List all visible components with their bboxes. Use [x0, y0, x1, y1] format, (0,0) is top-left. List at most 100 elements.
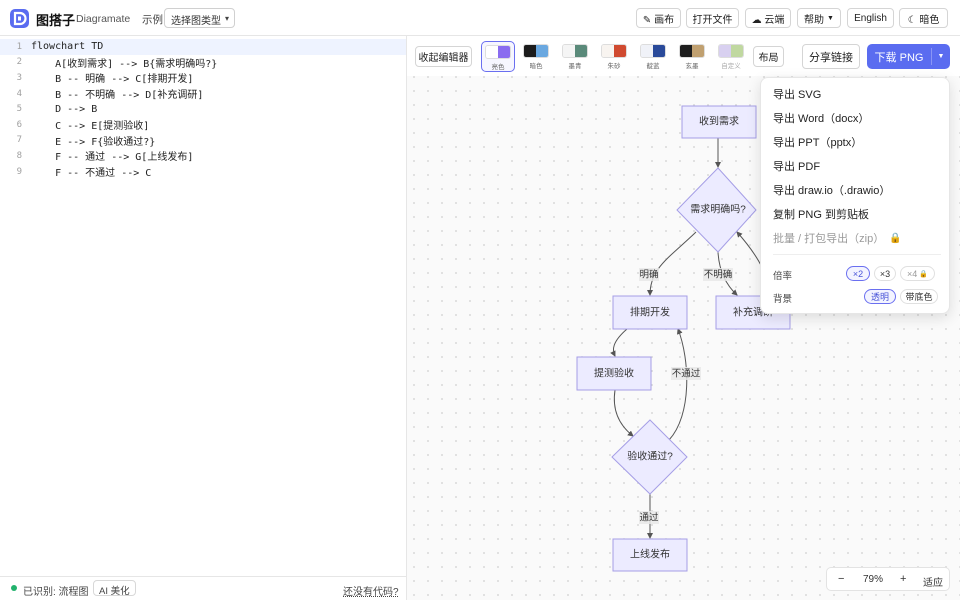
code-editor[interactable]: 1 flowchart TD 2 A[收到需求] --> B{需求明确吗?} 3 B … — [0, 36, 407, 576]
canvas-button[interactable]: ✎ 画布 — [636, 8, 681, 28]
line-number: 8 — [16, 150, 22, 161]
theme-swatch[interactable]: 自定义 — [714, 44, 748, 72]
theme-swatch[interactable]: 亮色 — [481, 41, 515, 72]
export-menu-item[interactable]: 导出 PDF — [773, 157, 820, 175]
node-a-label: 收到需求 — [699, 115, 739, 128]
swatch-color — [602, 45, 614, 57]
theme-swatch-label: 靛蓝 — [646, 63, 660, 70]
theme-swatch-chip — [523, 44, 549, 58]
node-f-label: 验收通过? — [627, 450, 673, 463]
example-label: 示例 — [142, 14, 163, 26]
share-link-button[interactable]: 分享链接 — [802, 44, 860, 69]
line-number: 6 — [16, 119, 22, 130]
code-line[interactable]: 5 D --> B — [0, 101, 406, 117]
download-png-button[interactable]: 下载 PNG — [867, 44, 931, 69]
scale-option-2x[interactable]: ×2 — [846, 266, 870, 281]
theme-swatch-chip — [679, 44, 705, 58]
edge-label-f-g: 通过 — [639, 512, 659, 524]
export-menu-item[interactable]: 导出 Word（docx） — [773, 109, 869, 127]
node-c-label: 排期开发 — [630, 306, 670, 319]
theme-swatch-chip — [601, 44, 627, 58]
theme-swatch[interactable]: 朱砂 — [597, 44, 631, 72]
code-line[interactable]: 3 B -- 明确 --> C[排期开发] — [0, 70, 406, 86]
open-file-button[interactable]: 打开文件 — [686, 8, 739, 28]
code-text: F -- 不通过 --> C — [31, 168, 152, 180]
code-line[interactable]: 9 F -- 不通过 --> C — [0, 164, 406, 180]
edge-e-f — [613, 389, 634, 437]
bg-solid-option[interactable]: 带底色 — [900, 289, 938, 304]
app-name: 图搭子 — [36, 13, 76, 28]
scale-option-3x[interactable]: ×3 — [874, 266, 896, 281]
export-menu-item[interactable]: 导出 PPT（pptx） — [773, 133, 862, 151]
scale-label: 倍率 — [773, 271, 793, 282]
download-button-group: 下载 PNG ▼ — [867, 44, 950, 69]
export-menu-item[interactable]: 复制 PNG 到剪贴板 — [773, 205, 869, 223]
node-a[interactable]: 收到需求 — [681, 105, 757, 139]
help-button[interactable]: 帮助 ▼ — [797, 8, 841, 28]
caret-down-icon[interactable]: ▼ — [932, 44, 950, 69]
code-line[interactable]: 4 B -- 不明确 --> D[补充调研] — [0, 86, 406, 102]
node-b-label: 需求明确吗? — [690, 203, 746, 216]
top-bar: 图搭子 Diagramate 示例 选择图类型 ▾ ✎ 画布 打开文件 ☁ 云端… — [0, 0, 960, 36]
swatch-color — [498, 46, 510, 58]
theme-swatch-label: 玄墨 — [685, 63, 699, 70]
theme-swatch-chip — [640, 44, 666, 58]
node-g[interactable]: 上线发布 — [612, 538, 688, 572]
app-name-en: Diagramate — [76, 13, 131, 25]
export-menu: 批量 / 打包导出（zip） 🔒 倍率 ×2 ×3 ×4 🔒 背景 透明 带底色… — [760, 77, 950, 314]
scale-option-4x-label: ×4 — [907, 268, 918, 279]
line-number: 1 — [16, 41, 22, 52]
swatch-color — [536, 45, 548, 57]
export-menu-item[interactable]: 导出 SVG — [773, 85, 821, 103]
zoom-out-button[interactable]: − — [838, 573, 844, 585]
zoom-in-button[interactable]: + — [900, 573, 906, 585]
code-line[interactable]: 8 F -- 通过 --> G[上线发布] — [0, 148, 406, 164]
node-c[interactable]: 排期开发 — [612, 295, 688, 330]
bg-transparent-option[interactable]: 透明 — [864, 289, 896, 304]
swatch-color — [641, 45, 653, 57]
ai-beautify-button[interactable]: AI 美化 — [93, 580, 136, 597]
theme-swatch[interactable]: 玄墨 — [675, 44, 709, 72]
background-label: 背景 — [773, 294, 793, 305]
theme-swatch[interactable]: 暗色 — [519, 44, 553, 72]
diagram-type-select[interactable]: 选择图类型 ▾ — [164, 8, 235, 28]
node-b[interactable]: 需求明确吗? — [676, 167, 757, 253]
node-e[interactable]: 提测验收 — [576, 356, 652, 391]
code-line[interactable]: 7 E --> F{验收通过?} — [0, 133, 406, 149]
code-line[interactable]: 1 flowchart TD — [0, 39, 406, 55]
code-line[interactable]: 2 A[收到需求] --> B{需求明确吗?} — [0, 55, 406, 71]
swatch-color — [680, 45, 692, 57]
line-number: 7 — [16, 135, 22, 146]
layout-button[interactable]: 布局 — [753, 46, 784, 67]
swatch-color — [575, 45, 587, 57]
language-button[interactable]: English — [847, 8, 894, 28]
swatch-color — [486, 46, 498, 58]
zoom-level: 79% — [863, 574, 884, 585]
collapse-editor-button[interactable]: 收起编辑器 — [415, 46, 472, 67]
theme-swatch[interactable]: 墨青 — [558, 44, 592, 72]
cloud-button[interactable]: ☁ 云端 — [745, 8, 791, 28]
swatch-color — [731, 45, 743, 57]
code-text: F -- 通过 --> G[上线发布] — [31, 152, 194, 164]
theme-swatch-label: 朱砂 — [607, 63, 621, 70]
theme-toggle-button[interactable]: ☾ 暗色 — [899, 8, 948, 28]
caret-down-icon: ▼ — [827, 14, 834, 22]
code-line[interactable]: 6 C --> E[提测验收] — [0, 117, 406, 133]
fit-button[interactable]: 适应 — [923, 574, 943, 589]
no-code-link[interactable]: 还没有代码? — [343, 583, 399, 598]
theme-swatch[interactable]: 靛蓝 — [636, 44, 670, 72]
help-button-label: 帮助 — [804, 14, 825, 26]
node-e-label: 提测验收 — [594, 367, 634, 380]
scale-option-4x[interactable]: ×4 🔒 — [900, 266, 935, 281]
code-text: E --> F{验收通过?} — [31, 136, 156, 148]
swatch-color — [563, 45, 575, 57]
code-text: C --> E[提测验收] — [31, 121, 150, 133]
line-number: 9 — [16, 166, 22, 177]
editor-footer: 已识别: 流程图 AI 美化 还没有代码? — [0, 576, 407, 600]
batch-export-item[interactable]: 批量 / 打包导出（zip） 🔒 — [773, 229, 902, 247]
theme-swatch-chip — [562, 44, 588, 58]
export-menu-item[interactable]: 导出 draw.io（.drawio） — [773, 181, 890, 199]
code-text: B -- 明确 --> C[排期开发] — [31, 74, 194, 86]
theme-swatch-label: 亮色 — [491, 64, 505, 71]
status-dot-icon — [11, 585, 17, 591]
